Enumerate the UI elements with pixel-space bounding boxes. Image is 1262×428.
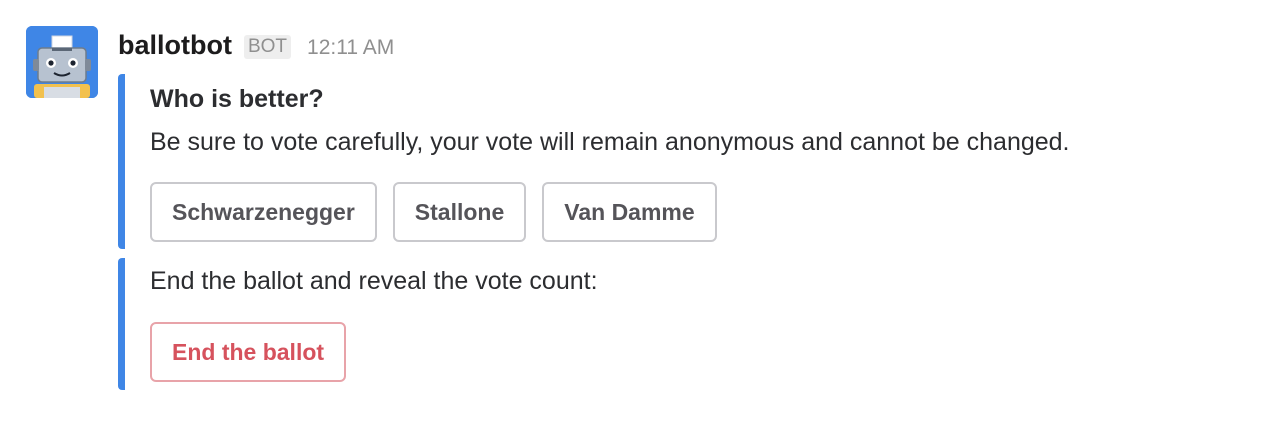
ballot-title: Who is better?: [150, 85, 324, 113]
end-ballot-actions: End the ballot: [150, 322, 347, 382]
end-ballot-text: End the ballot and reveal the vote count…: [150, 267, 598, 295]
ballot-attachment: Who is better? Be sure to vote carefully…: [118, 74, 1248, 249]
message-timestamp[interactable]: 12:11 AM: [307, 36, 394, 60]
vote-option-button[interactable]: Stallone: [392, 182, 527, 242]
bot-avatar[interactable]: [26, 26, 98, 98]
ballot-options: Schwarzenegger Stallone Van Damme: [150, 182, 717, 242]
bot-badge: BOT: [243, 35, 292, 59]
end-ballot-attachment: End the ballot and reveal the vote count…: [118, 258, 818, 390]
chat-message: ballotbot BOT 12:11 AM Who is better? Be…: [0, 0, 1262, 428]
vote-option-button[interactable]: Schwarzenegger: [150, 182, 377, 242]
ballot-description: Be sure to vote carefully, your vote wil…: [150, 128, 1070, 156]
message-header: ballotbot BOT 12:11 AM: [118, 30, 394, 64]
vote-option-button[interactable]: Van Damme: [542, 182, 717, 242]
ballot-robot-icon: [26, 26, 98, 98]
end-ballot-button[interactable]: End the ballot: [150, 322, 347, 382]
sender-name[interactable]: ballotbot: [118, 30, 232, 61]
